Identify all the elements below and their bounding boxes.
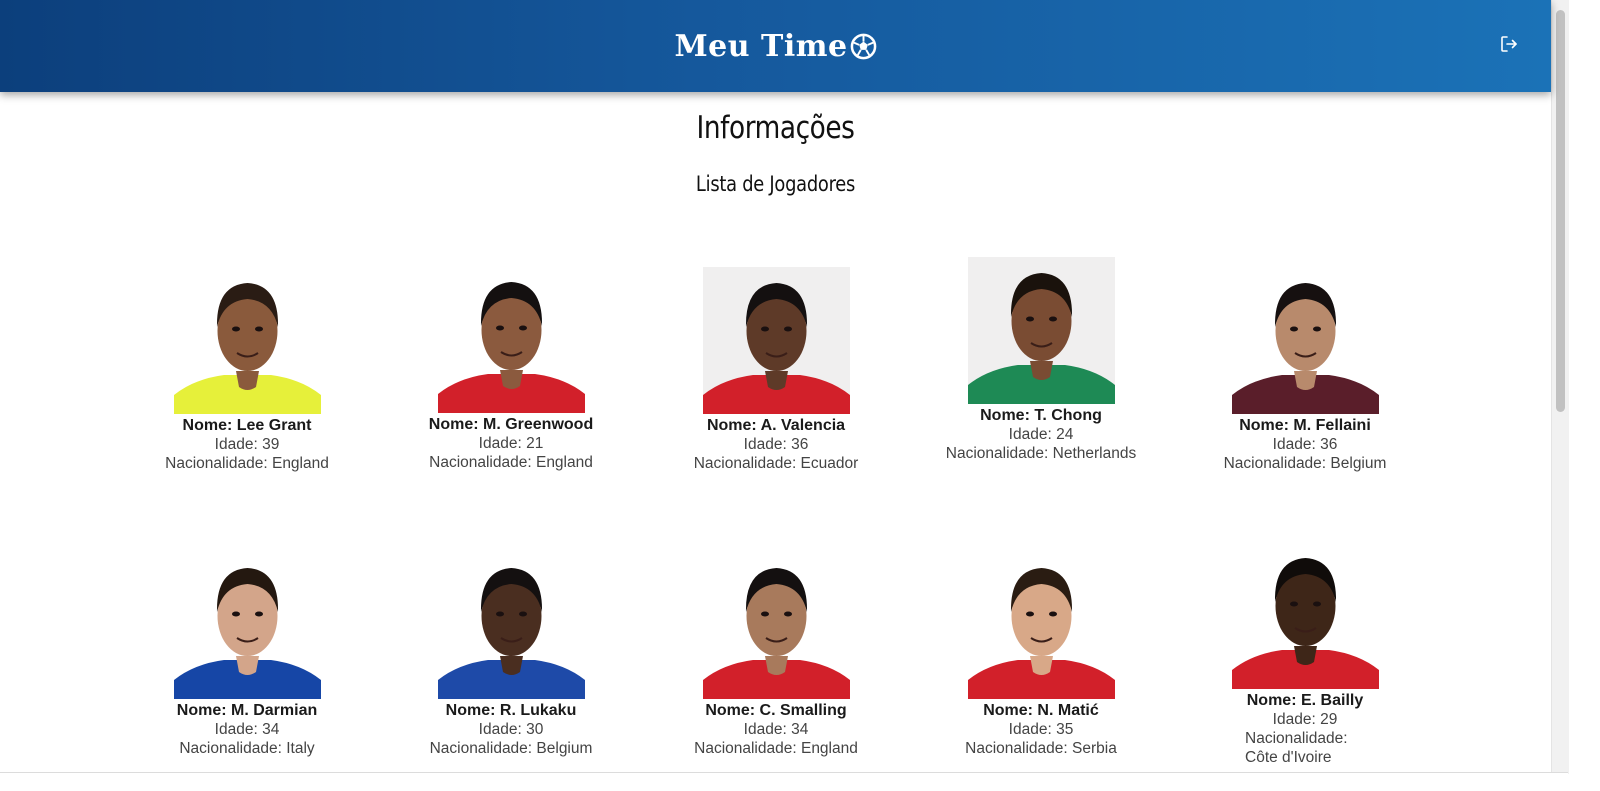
player-photo xyxy=(1231,542,1379,689)
player-age: Idade: 21 xyxy=(478,435,544,452)
player-name: Nome: C. Smalling xyxy=(705,702,847,719)
top-navbar: Meu Time xyxy=(0,0,1551,92)
player-photo xyxy=(437,266,585,413)
player-name: Nome: Lee Grant xyxy=(182,417,312,434)
player-photo xyxy=(173,267,321,414)
player-age: Idade: 34 xyxy=(214,721,280,738)
player-nationality: Nacionalidade: Serbia xyxy=(965,740,1117,757)
player-nationality: Nacionalidade: Ecuador xyxy=(693,455,859,472)
vertical-scrollbar[interactable] xyxy=(1551,0,1569,774)
player-card: Nome: Lee Grant Idade: 39 Nacionalidade: E… xyxy=(132,267,362,473)
scrollbar-thumb[interactable] xyxy=(1556,10,1565,412)
logout-icon[interactable] xyxy=(1497,32,1521,56)
player-nationality: Nacionalidade: Côte d'Ivoire xyxy=(1245,730,1348,766)
player-nationality: Nacionalidade: Italy xyxy=(179,740,315,757)
player-photo xyxy=(967,257,1115,404)
player-card: Nome: C. Smalling Idade: 34 Nacionalidade:… xyxy=(661,552,891,758)
player-card: Nome: M. Darmian Idade: 34 Nacionalidade: … xyxy=(132,552,362,758)
player-card: Nome: T. Chong Idade: 24 Nacionalidade: Ne… xyxy=(926,257,1156,463)
player-photo xyxy=(437,552,585,699)
player-card: Nome: R. Lukaku Idade: 30 Nacionalidade: B… xyxy=(396,552,626,758)
player-name: Nome: R. Lukaku xyxy=(445,702,577,719)
player-age: Idade: 35 xyxy=(1008,721,1074,738)
brand-logo[interactable]: Meu Time xyxy=(0,0,1551,92)
section-title: Lista de Jogadores xyxy=(695,172,856,196)
player-name: Nome: M. Greenwood xyxy=(428,416,594,433)
player-age: Idade: 30 xyxy=(478,721,544,738)
bottom-edge xyxy=(0,772,1568,791)
player-card: Nome: E. Bailly Idade: 29 Nacionalidade: C… xyxy=(1190,542,1420,767)
player-nationality: Nacionalidade: Netherlands xyxy=(945,445,1137,462)
player-photo xyxy=(702,552,850,699)
player-card: Nome: M. Greenwood Idade: 21 Nacionalidade… xyxy=(396,266,626,472)
player-card: Nome: N. Matić Idade: 35 Nacionalidade: Se… xyxy=(926,552,1156,758)
page-title: Informações xyxy=(696,110,855,146)
player-name: Nome: E. Bailly xyxy=(1246,692,1364,709)
player-nationality: Nacionalidade: England xyxy=(429,454,593,471)
player-name: Nome: M. Fellaini xyxy=(1239,417,1371,434)
player-photo xyxy=(967,552,1115,699)
player-age: Idade: 29 xyxy=(1272,711,1338,728)
player-photo xyxy=(1231,267,1379,414)
player-age: Idade: 24 xyxy=(1008,426,1074,443)
player-age: Idade: 34 xyxy=(743,721,809,738)
player-age: Idade: 36 xyxy=(743,436,809,453)
player-nationality: Nacionalidade: England xyxy=(165,455,329,472)
player-name: Nome: N. Matić xyxy=(983,702,1099,719)
player-name: Nome: A. Valencia xyxy=(706,417,846,434)
player-photo xyxy=(173,552,321,699)
brand-name: Meu Time xyxy=(674,28,848,64)
player-age: Idade: 36 xyxy=(1272,436,1338,453)
player-card: Nome: A. Valencia Idade: 36 Nacionalidade:… xyxy=(661,267,891,473)
player-nationality: Nacionalidade: England xyxy=(694,740,858,757)
player-nationality: Nacionalidade: Belgium xyxy=(1223,455,1387,472)
player-name: Nome: T. Chong xyxy=(980,407,1102,424)
player-name: Nome: M. Darmian xyxy=(176,702,318,719)
player-nationality: Nacionalidade: Belgium xyxy=(429,740,593,757)
player-card: Nome: M. Fellaini Idade: 36 Nacionalidade:… xyxy=(1190,267,1420,473)
soccer-ball-icon xyxy=(850,33,877,60)
player-photo xyxy=(702,267,850,414)
player-age: Idade: 39 xyxy=(214,436,280,453)
